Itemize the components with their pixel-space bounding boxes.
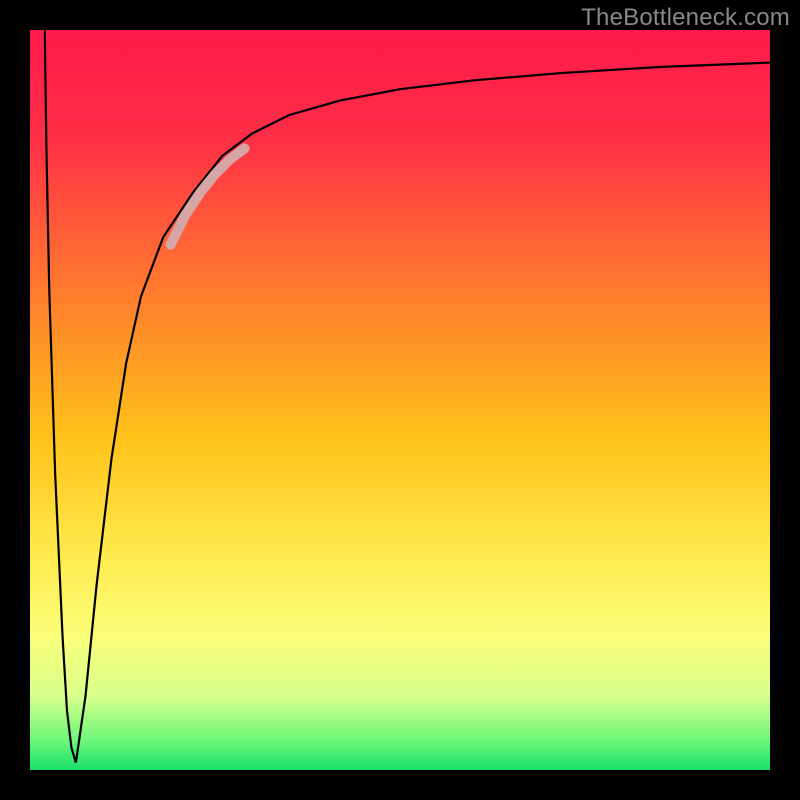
plot-area (30, 30, 770, 770)
chart-frame: TheBottleneck.com (0, 0, 800, 800)
gradient-background (30, 30, 770, 770)
watermark-text: TheBottleneck.com (581, 4, 790, 32)
chart-canvas (30, 30, 770, 770)
